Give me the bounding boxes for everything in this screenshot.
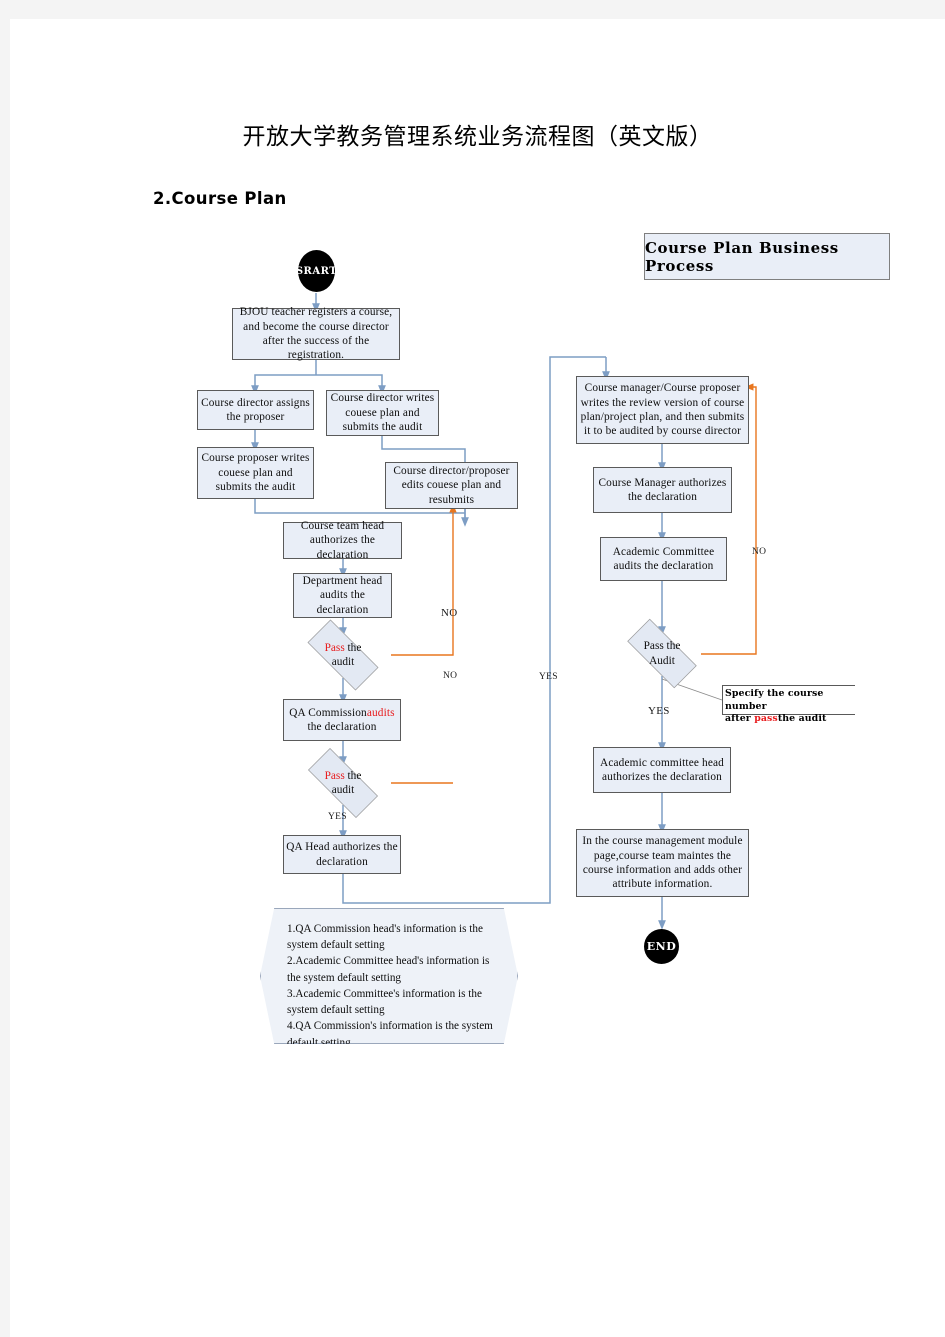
decision-qa-pass-audit: Pass the audit <box>295 748 391 818</box>
end-label: END <box>646 940 677 953</box>
node-department-head-audits: Department head audits the declaration <box>293 573 392 618</box>
edge-label-yes-3: YES <box>648 705 670 717</box>
start-label: SRART <box>295 265 338 277</box>
document-page: 开放大学教务管理系统业务流程图（英文版） 2.Course Plan Cours… <box>10 19 945 1337</box>
node-register-course: BJOU teacher registers a course, and bec… <box>232 306 400 361</box>
callout-line-2: after passthe audit <box>725 713 827 725</box>
node-proposer-writes-plan: Course proposer writes couese plan and s… <box>197 447 314 499</box>
edge-label-no-3: NO <box>752 547 767 557</box>
edge-label-no-2: NO <box>443 671 458 681</box>
decision-label: Pass the audit <box>324 641 362 668</box>
note-item-3: 3.Academic Committee's information is th… <box>287 987 482 1017</box>
node-committee-head-authorizes: Academic committee head authorizes the d… <box>593 747 731 793</box>
node-academic-committee-audits: Academic Committee audits the declaratio… <box>600 537 727 581</box>
note-item-1: 1.QA Commission head's information is th… <box>287 923 483 952</box>
node-qa-head-authorizes: QA Head authorizes the declaration <box>283 835 401 874</box>
end-terminator: END <box>644 929 679 964</box>
decision-academic-pass-audit: Pass the Audit <box>615 618 709 689</box>
flow-connectors <box>251 293 757 930</box>
node-course-management-module: In the course management module page,cou… <box>576 829 749 897</box>
decision-label: Pass the Audit <box>643 640 681 667</box>
start-terminator: SRART <box>295 250 338 292</box>
node-course-manager-authorizes: Course Manager authorizes the declaratio… <box>593 467 732 513</box>
edge-label-yes-2: YES <box>328 812 347 822</box>
decision-label: Pass the audit <box>324 769 362 796</box>
node-assign-proposer: Course director assigns the proposer <box>197 390 314 430</box>
node-qa-commission-audits: QA Commissionaudits the declaration <box>283 699 401 741</box>
callout-annotation: Specify the course number after passthe … <box>722 685 855 724</box>
callout-line-1: Specify the course number <box>725 688 824 712</box>
node-course-team-head-authorizes: Course team head authorizes the declarat… <box>283 520 402 561</box>
node-director-writes-plan: Course director writes couese plan and s… <box>326 390 439 436</box>
edge-label-yes-1: YES <box>539 672 558 682</box>
decision-department-pass-audit: Pass the audit <box>295 619 391 691</box>
notes-hexagon: 1.QA Commission head's information is th… <box>260 908 518 1044</box>
note-item-2: 2.Academic Committee head's information … <box>287 955 490 984</box>
node-edit-resubmit: Course director/proposer edits couese pl… <box>385 462 518 509</box>
node-manager-writes-review-version: Course manager/Course proposer writes th… <box>576 376 749 444</box>
edge-label-no-1: NO <box>441 607 458 619</box>
